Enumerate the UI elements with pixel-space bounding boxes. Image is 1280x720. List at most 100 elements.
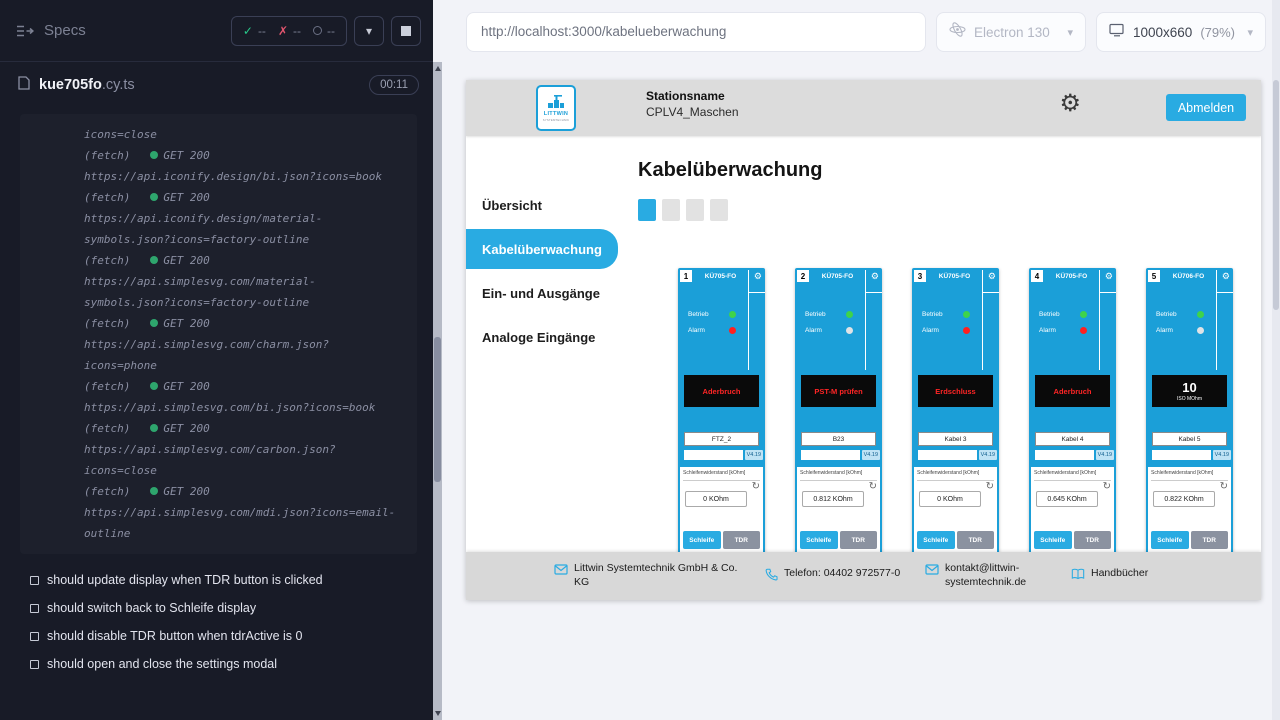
- log-status: GET 200: [163, 254, 209, 267]
- test-list-item[interactable]: should switch back to Schleife display: [30, 594, 433, 622]
- refresh-icon[interactable]: ↻: [1103, 481, 1111, 492]
- slot-number: 2: [797, 270, 809, 282]
- footer-text: Littwin Systemtechnik GmbH & Co. KG: [574, 562, 749, 589]
- firmware-version: V4.19: [745, 450, 763, 460]
- collapse-chevron-button[interactable]: ▾: [354, 16, 384, 46]
- log-status: GET 200: [163, 191, 209, 204]
- footer-item[interactable]: kontakt@littwin-systemtechnik.de: [925, 562, 1055, 589]
- status-ok-dot-icon: [150, 256, 158, 264]
- scroll-up-arrow-icon[interactable]: [433, 62, 442, 75]
- rack-tabs: [638, 199, 1261, 221]
- rack-tab[interactable]: [638, 199, 656, 221]
- cable-name: Kabel 3: [918, 432, 993, 446]
- alarm-message: Aderbruch: [703, 387, 741, 396]
- device-settings-gear-icon[interactable]: ⚙: [1222, 271, 1230, 282]
- log-status: GET 200: [163, 149, 209, 162]
- logout-button[interactable]: Abmelden: [1166, 94, 1246, 121]
- runner-scrollbar[interactable]: [433, 62, 442, 720]
- schleife-button[interactable]: Schleife: [683, 531, 721, 549]
- test-list-item[interactable]: should disable TDR button when tdrActive…: [30, 622, 433, 650]
- refresh-icon[interactable]: ↻: [869, 481, 877, 492]
- measurement-section: Schleifenwiderstand [kOhm] ↻ 0.822 KOhm …: [1148, 467, 1231, 558]
- log-url: https://api.simplesvg.com/charm.json?ico…: [84, 334, 400, 376]
- log-url: https://api.simplesvg.com/bi.json?icons=…: [84, 397, 400, 418]
- cable-name: Kabel 5: [1152, 432, 1227, 446]
- resistance-label: Schleifenwiderstand [kOhm]: [1034, 470, 1111, 481]
- scroll-down-arrow-icon[interactable]: [433, 707, 442, 720]
- browser-select[interactable]: Electron 130 ▾: [936, 12, 1086, 52]
- tdr-button[interactable]: TDR: [957, 531, 995, 549]
- test-list-item[interactable]: should update display when TDR button is…: [30, 566, 433, 594]
- rack-tab[interactable]: [710, 199, 728, 221]
- test-title: should update display when TDR button is…: [47, 573, 323, 587]
- tdr-button[interactable]: TDR: [840, 531, 878, 549]
- schleife-button[interactable]: Schleife: [1151, 531, 1189, 549]
- test-title: should disable TDR button when tdrActive…: [47, 629, 302, 643]
- betrieb-label: Betrieb: [1039, 311, 1060, 318]
- tdr-button[interactable]: TDR: [1191, 531, 1229, 549]
- status-ok-dot-icon: [150, 193, 158, 201]
- page-title: Kabelüberwachung: [638, 159, 1261, 182]
- tdr-button[interactable]: TDR: [1074, 531, 1112, 549]
- status-ok-dot-icon: [150, 382, 158, 390]
- rack-tab[interactable]: [662, 199, 680, 221]
- schleife-button[interactable]: Schleife: [800, 531, 838, 549]
- url-input[interactable]: http://localhost:3000/kabelueberwachung: [466, 12, 926, 52]
- footer-item[interactable]: Handbücher: [1071, 567, 1148, 585]
- schleife-button[interactable]: Schleife: [917, 531, 955, 549]
- sidebar-nav-item[interactable]: Ein- und Ausgänge: [466, 273, 618, 313]
- footer-text: kontakt@littwin-systemtechnik.de: [945, 562, 1055, 589]
- resistance-value: 0 KOhm: [919, 491, 981, 507]
- refresh-icon[interactable]: ↻: [752, 481, 760, 492]
- network-log-entry: (fetch)GET 200 https://api.iconify.desig…: [84, 187, 400, 250]
- alarm-led: [1080, 327, 1087, 334]
- status-ok-dot-icon: [150, 424, 158, 432]
- refresh-icon[interactable]: ↻: [1220, 481, 1228, 492]
- resistance-value: 0 KOhm: [685, 491, 747, 507]
- schleife-button[interactable]: Schleife: [1034, 531, 1072, 549]
- app-footer: Littwin Systemtechnik GmbH & Co. KG Tele…: [466, 552, 1261, 600]
- sidebar-nav-item[interactable]: Analoge Eingänge: [466, 317, 618, 357]
- stop-tests-button[interactable]: [391, 16, 421, 46]
- alarm-led: [963, 327, 970, 334]
- sidebar-nav-item[interactable]: Übersicht: [466, 185, 618, 225]
- device-settings-gear-icon[interactable]: ⚙: [1105, 271, 1113, 282]
- alarm-message: Erdschluss: [935, 387, 975, 396]
- test-state-icon: [30, 632, 39, 641]
- device-settings-gear-icon[interactable]: ⚙: [754, 271, 762, 282]
- footer-item[interactable]: Littwin Systemtechnik GmbH & Co. KG: [554, 562, 749, 589]
- resistance-label: Schleifenwiderstand [kOhm]: [1151, 470, 1228, 481]
- browser-scrollbar[interactable]: [1272, 0, 1280, 720]
- chevron-down-icon: ▾: [366, 24, 372, 38]
- device-display: Aderbruch: [1035, 375, 1110, 407]
- resistance-label: Schleifenwiderstand [kOhm]: [800, 470, 877, 481]
- scrollbar-thumb[interactable]: [1273, 80, 1279, 310]
- scrollbar-thumb[interactable]: [434, 337, 441, 482]
- viewport-select[interactable]: 1000x660 (79%) ▾: [1096, 12, 1266, 52]
- rack-tab[interactable]: [686, 199, 704, 221]
- test-list-item[interactable]: should open and close the settings modal: [30, 650, 433, 678]
- chevron-down-icon: ▾: [1067, 26, 1073, 39]
- specs-label: Specs: [44, 22, 86, 39]
- spec-file-name[interactable]: kue705fo.cy.ts: [39, 77, 135, 93]
- settings-gear-icon[interactable]: ⚙: [1059, 89, 1081, 118]
- device-settings-gear-icon[interactable]: ⚙: [988, 271, 996, 282]
- betrieb-label: Betrieb: [688, 311, 709, 318]
- resistance-value: 0.822 KOhm: [1153, 491, 1215, 507]
- brand-subtitle: SYSTEMTECHNIK: [543, 118, 569, 122]
- footer-item[interactable]: Telefon: 04402 972577-0: [765, 567, 909, 586]
- device-settings-gear-icon[interactable]: ⚙: [871, 271, 879, 282]
- specs-list-icon[interactable]: [16, 24, 34, 38]
- resistance-label: Schleifenwiderstand [kOhm]: [683, 470, 760, 481]
- betrieb-led: [1197, 311, 1204, 318]
- alarm-led: [846, 327, 853, 334]
- log-status: GET 200: [163, 485, 209, 498]
- runner-header: Specs ✓ -- ✗ -- -- ▾: [0, 0, 433, 62]
- spec-timer: 00:11: [369, 75, 419, 95]
- log-url: https://api.simplesvg.com/material-symbo…: [84, 271, 400, 313]
- sidebar-nav-item[interactable]: Kabelüberwachung: [466, 229, 618, 269]
- refresh-icon[interactable]: ↻: [986, 481, 994, 492]
- tdr-button[interactable]: TDR: [723, 531, 761, 549]
- browser-preview-panel: http://localhost:3000/kabelueberwachung …: [442, 0, 1280, 720]
- sidebar-item-label: Übersicht: [482, 198, 542, 213]
